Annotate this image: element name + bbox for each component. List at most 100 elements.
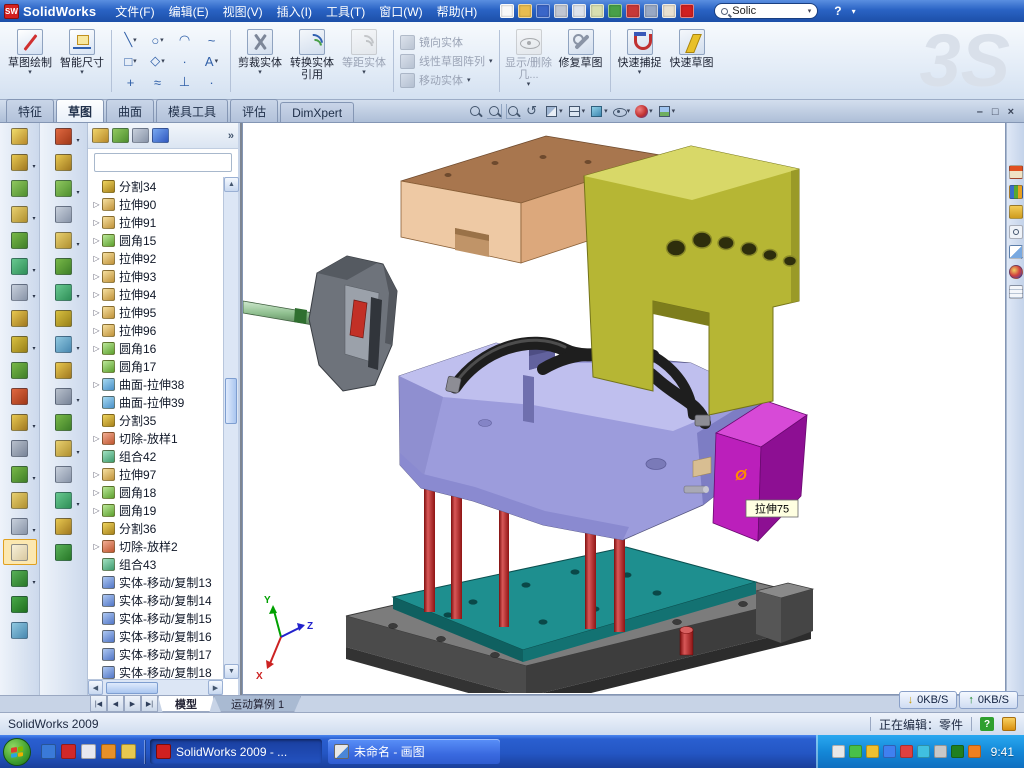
menu-item[interactable]: 工具(T) [319,1,372,22]
tree-horizontal-scrollbar[interactable]: ◀ ▶ [88,679,223,695]
left-toolbar-button[interactable] [3,227,37,253]
expand-arrow-icon[interactable]: ▷ [91,272,102,281]
copy-icon[interactable] [590,4,604,18]
sketch-entity-button[interactable]: ○▾ [144,30,171,51]
chevron-down-icon[interactable]: ▾ [32,579,35,586]
open-folder-icon[interactable] [518,4,532,18]
expand-arrow-icon[interactable]: ▷ [91,542,102,551]
left-toolbar-button[interactable]: ▾ [47,123,81,149]
left-toolbar-button[interactable] [3,487,37,513]
left-toolbar-button[interactable]: ▾ [47,487,81,513]
chevron-down-icon[interactable]: ▾ [76,241,79,248]
propertymanager-tab-icon[interactable] [112,128,129,143]
menu-item[interactable]: 插入(I) [270,1,319,22]
titlebar-options-arrow[interactable]: ▾ [852,7,856,16]
chevron-down-icon[interactable]: ▾ [604,108,608,115]
quick-tips-icon[interactable]: ? [980,717,994,731]
left-toolbar-button[interactable] [47,357,81,383]
expand-arrow-icon[interactable]: ▷ [91,470,102,479]
slide-unit[interactable] [243,256,397,391]
tree-vertical-scrollbar[interactable]: ▲ ▼ [223,177,238,679]
ribbon-tab[interactable]: DimXpert [280,102,354,122]
zoom-in-out-icon[interactable] [506,103,521,119]
trim-entities-button[interactable]: 剪裁实体 ▾ [234,25,286,97]
sheet-nav-button[interactable]: ▶ [124,696,141,712]
corner-block[interactable] [756,583,813,643]
internet-explorer-icon[interactable] [41,744,56,759]
apply-scene-icon[interactable]: ▾ [657,103,676,119]
scroll-up-icon[interactable]: ▲ [224,177,239,192]
left-toolbar-button[interactable] [47,201,81,227]
left-toolbar-button[interactable] [3,539,37,565]
expand-arrow-icon[interactable]: ▷ [91,218,102,227]
feature-tree-item[interactable]: ▷拉伸92 [88,249,223,267]
menu-item[interactable]: 帮助(H) [430,1,485,22]
left-toolbar-button[interactable] [3,123,37,149]
feature-tree-item[interactable]: 实体-移动/复制16 [88,627,223,645]
custom-properties-icon[interactable] [1009,285,1023,299]
feature-tree-item[interactable]: ▷拉伸93 [88,267,223,285]
sketch-entity-button[interactable]: A▾ [198,51,225,72]
sheet-tab[interactable]: 运动算例 1 [214,696,301,712]
feature-tree-item[interactable]: ▷拉伸91 [88,213,223,231]
restore-icon[interactable]: □ [992,106,999,118]
left-toolbar-button[interactable] [47,513,81,539]
sketch-entity-button[interactable]: ◠ [171,30,198,51]
sketch-entity-button[interactable]: ╲▾ [117,30,144,51]
left-toolbar-button[interactable]: ▾ [47,331,81,357]
chevron-down-icon[interactable]: ▾ [32,527,35,534]
tray-icon[interactable] [951,745,964,758]
left-toolbar-button[interactable] [47,539,81,565]
chevron-down-icon[interactable]: ▾ [582,108,586,115]
expand-arrow-icon[interactable]: ▷ [91,200,102,209]
linear-sketch-pattern-button[interactable]: 线性草图阵列 ▾ [400,53,493,69]
left-toolbar-button[interactable] [3,383,37,409]
tray-icon[interactable] [917,745,930,758]
display-delete-relations-button[interactable]: 显示/删除几... ▾ [503,25,555,97]
configurationmanager-tab-icon[interactable] [132,128,149,143]
record-icon[interactable] [680,4,694,18]
left-toolbar-button[interactable]: ▾ [3,279,37,305]
left-toolbar-button[interactable]: ▾ [47,383,81,409]
menu-item[interactable]: 窗口(W) [372,1,429,22]
chevron-down-icon[interactable]: ▾ [32,267,35,274]
chevron-down-icon[interactable]: ▾ [160,37,164,44]
scroll-left-icon[interactable]: ◀ [88,680,103,695]
mirror-entities-button[interactable]: 镜向实体 [400,34,493,50]
feature-tree-item[interactable]: 实体-移动/复制15 [88,609,223,627]
scrollbar-thumb[interactable] [225,378,237,424]
move-entities-button[interactable]: 移动实体 ▾ [400,72,493,88]
chevron-down-icon[interactable]: ▾ [76,293,79,300]
search-box[interactable]: Solic ▾ [714,3,818,19]
ribbon-tab[interactable]: 草图 [56,99,104,122]
offset-entities-button[interactable]: 等距实体 ▾ [338,25,390,97]
left-toolbar-button[interactable] [47,149,81,175]
chevron-down-icon[interactable]: ▾ [76,501,79,508]
close-icon[interactable]: × [1008,106,1014,118]
left-toolbar-button[interactable]: ▾ [3,409,37,435]
smart-dimension-button[interactable]: 智能尺寸 ▾ [56,25,108,97]
quick-snaps-button[interactable]: 快速捕捉 ▾ [614,25,666,97]
left-toolbar-button[interactable]: ▾ [47,279,81,305]
left-toolbar-button[interactable] [47,409,81,435]
zoom-area-icon[interactable] [487,103,502,119]
chevron-down-icon[interactable]: ▾ [638,69,642,76]
design-library-icon[interactable] [1009,185,1023,199]
solidworks-icon[interactable] [61,744,76,759]
chevron-down-icon[interactable]: ▾ [32,293,35,300]
sketch-entity-button[interactable]: ∙ [171,51,198,72]
solidworks-resources-icon[interactable] [1009,165,1023,179]
ribbon-tab[interactable]: 模具工具 [156,99,228,122]
scroll-down-icon[interactable]: ▼ [224,664,239,679]
sheet-nav-button[interactable]: ◀ [107,696,124,712]
zoom-fit-icon[interactable] [468,103,483,119]
left-toolbar-button[interactable]: ▾ [3,253,37,279]
taskbar-window-button[interactable]: 未命名 - 画图 [328,739,500,764]
sketch-entity-button[interactable]: ⊥ [171,72,198,93]
chevron-down-icon[interactable]: ▾ [76,345,79,352]
left-toolbar-button[interactable]: ▾ [3,331,37,357]
sketch-entity-button[interactable]: ≈ [144,72,171,93]
view-orientation-icon[interactable]: ▾ [567,103,586,119]
feature-tree-item[interactable]: ▷曲面-拉伸38 [88,375,223,393]
chevron-down-icon[interactable]: ▾ [32,475,35,482]
